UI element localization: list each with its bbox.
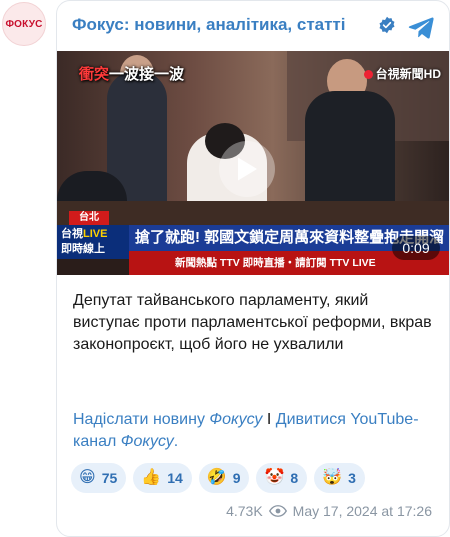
thumbs-up-emoji-icon: 👍 <box>141 469 162 486</box>
location-tag: 台北 <box>69 211 109 225</box>
reaction-mind-blown[interactable]: 🤯 3 <box>314 463 365 493</box>
message-header: Фокус: новини, аналітика, статті <box>72 13 439 43</box>
tv-channel-logo: 台視新聞HD <box>363 65 441 82</box>
play-button[interactable] <box>219 141 275 197</box>
reactions-bar: 😁 75 👍 14 🤣 9 🤡 8 🤯 3 <box>71 463 365 493</box>
verified-badge-icon <box>379 16 395 34</box>
eye-icon <box>268 505 287 517</box>
grin-emoji-icon: 😁 <box>79 469 96 486</box>
send-news-link[interactable]: Надіслати новину Фокусу <box>73 411 262 428</box>
message-text: Депутат тайванського парламенту, який ви… <box>73 292 432 353</box>
channel-avatar[interactable]: ФОКУС <box>2 2 46 46</box>
channel-name[interactable]: Фокус: новини, аналітика, статті <box>72 15 346 35</box>
reaction-rofl[interactable]: 🤣 9 <box>198 463 250 493</box>
video-player[interactable]: 衝突一波接一波 台視新聞HD 台北 台視LIVE 即時線上 搶了就跑! 郭國文鎖… <box>57 51 449 275</box>
reaction-thumbs-up[interactable]: 👍 14 <box>133 463 192 493</box>
video-caption-top: 衝突一波接一波 <box>79 66 185 83</box>
clown-emoji-icon: 🤡 <box>264 469 285 486</box>
avatar-label: ФОКУС <box>5 18 43 30</box>
play-icon <box>238 157 257 181</box>
view-count: 4.73K <box>226 503 263 519</box>
live-badge: 台視LIVE 即時線上 <box>57 225 129 259</box>
mind-blown-emoji-icon: 🤯 <box>322 469 343 486</box>
telegram-icon[interactable] <box>407 13 435 41</box>
message-meta: 4.73K May 17, 2024 at 17:26 <box>226 501 432 521</box>
reaction-grin[interactable]: 😁 75 <box>71 463 127 493</box>
message-card: Фокус: новини, аналітика, статті 衝突一波接一波… <box>56 0 450 537</box>
rofl-emoji-icon: 🤣 <box>206 469 227 486</box>
video-duration: 0:09 <box>392 236 440 260</box>
timestamp: May 17, 2024 at 17:26 <box>292 503 432 519</box>
message-links: Надіслати новину Фокусу І Дивитися YouTu… <box>73 411 419 450</box>
reaction-clown[interactable]: 🤡 8 <box>256 463 308 493</box>
